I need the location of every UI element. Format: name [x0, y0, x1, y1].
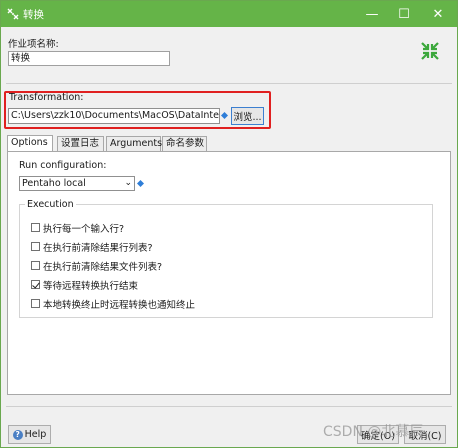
checkbox[interactable]: [31, 242, 40, 251]
checkbox-execute-every-row[interactable]: 执行每一个输入行?: [31, 221, 125, 235]
checkbox[interactable]: [31, 223, 40, 232]
help-button-label: Help: [24, 429, 47, 440]
chevron-down-icon: ⌄: [124, 178, 132, 188]
tab-logging[interactable]: 设置日志: [57, 136, 104, 151]
checkbox-checked[interactable]: [31, 280, 40, 289]
transformation-logo-icon: [421, 42, 439, 60]
checkbox-label: 执行每一个输入行?: [43, 223, 125, 235]
checkbox[interactable]: [31, 261, 40, 270]
checkbox-clear-result-files[interactable]: 在执行前清除结果文件列表?: [31, 259, 163, 273]
window-title: 转换: [23, 9, 44, 21]
checkbox[interactable]: [31, 299, 40, 308]
title-bar[interactable]: 转换 — ☐ ✕: [1, 1, 457, 27]
entry-name-input[interactable]: 转换: [8, 51, 170, 66]
run-configuration-label: Run configuration:: [19, 160, 107, 171]
checkbox-label: 等待远程转换执行结束: [43, 280, 139, 292]
variable-diamond-icon: [221, 112, 228, 119]
maximize-button[interactable]: ☐: [387, 1, 421, 27]
checkbox-clear-result-rows[interactable]: 在执行前清除结果行列表?: [31, 240, 153, 254]
transformation-path-input[interactable]: C:\Users\zzk10\Documents\MacOS\DataInteg…: [8, 108, 220, 124]
run-configuration-value: Pentaho local: [22, 178, 86, 189]
checkbox-label: 在执行前清除结果行列表?: [43, 242, 153, 254]
close-button[interactable]: ✕: [421, 1, 455, 27]
execution-group-label: Execution: [25, 199, 76, 210]
divider: [6, 83, 452, 84]
tab-named-parameters[interactable]: 命名参数: [162, 136, 207, 151]
browse-button[interactable]: 浏览...: [231, 107, 264, 125]
watermark: CSDN @北慕辰: [323, 424, 424, 440]
help-button[interactable]: ? Help: [8, 425, 51, 444]
run-configuration-select[interactable]: Pentaho local ⌄: [19, 176, 135, 191]
dialog-window: 转换 — ☐ ✕ 作业项名称: 转换 Transformation: C:\Us…: [0, 0, 458, 448]
help-icon: ?: [12, 429, 23, 440]
variable-diamond-icon: [137, 180, 144, 187]
transformation-label: Transformation:: [9, 92, 84, 103]
checkbox-label: 在执行前清除结果文件列表?: [43, 261, 163, 273]
divider: [6, 406, 452, 407]
tab-options[interactable]: Options: [7, 135, 53, 152]
checkbox-follow-abort-remote[interactable]: 本地转换终止时远程转换也通知终止: [31, 297, 196, 311]
entry-name-label: 作业项名称:: [8, 39, 59, 50]
tab-arguments[interactable]: Arguments: [106, 136, 162, 151]
checkbox-wait-remote-finish[interactable]: 等待远程转换执行结束: [31, 278, 139, 292]
minimize-button[interactable]: —: [355, 1, 389, 27]
app-icon: [7, 8, 19, 20]
checkbox-label: 本地转换终止时远程转换也通知终止: [43, 299, 196, 311]
